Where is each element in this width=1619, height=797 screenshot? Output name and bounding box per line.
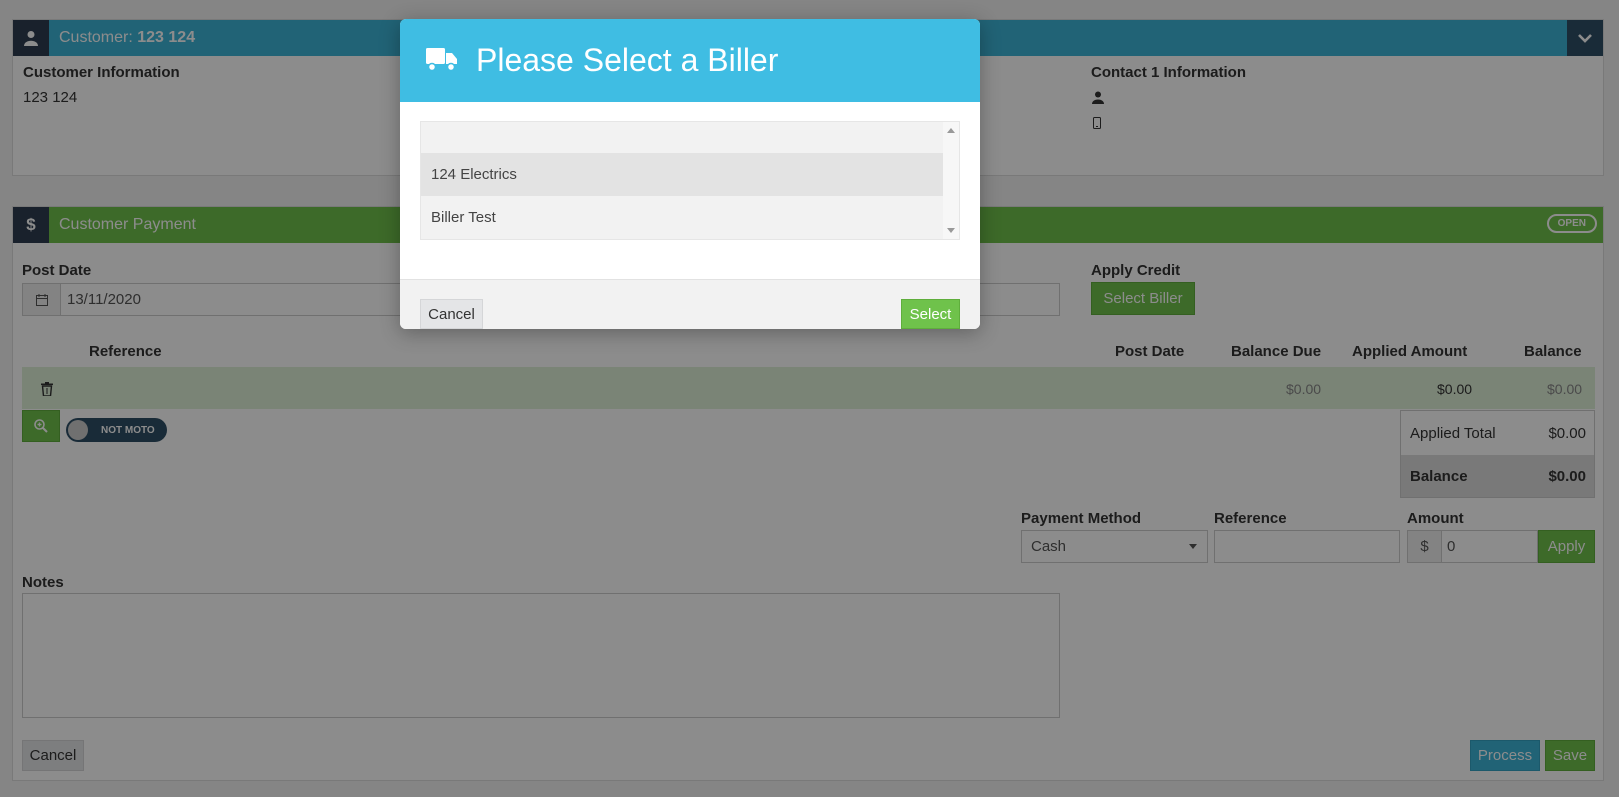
listbox-scrollbar[interactable] [943, 122, 959, 239]
modal-body: 124 Electrics Biller Test [400, 102, 980, 279]
modal-cancel-button[interactable]: Cancel [420, 299, 483, 329]
scroll-down-icon[interactable] [947, 228, 955, 233]
select-biller-modal: Please Select a Biller 124 Electrics Bil… [400, 19, 980, 329]
list-item[interactable]: 124 Electrics [421, 153, 945, 196]
modal-title: Please Select a Biller [476, 42, 779, 78]
modal-header: Please Select a Biller [400, 19, 980, 102]
modal-footer: Cancel Select [400, 279, 980, 329]
truck-icon [426, 46, 458, 76]
modal-select-button[interactable]: Select [901, 299, 960, 329]
scroll-up-icon[interactable] [947, 128, 955, 133]
list-item[interactable]: Biller Test [421, 196, 945, 239]
list-blank-option[interactable] [421, 122, 945, 153]
biller-listbox[interactable]: 124 Electrics Biller Test [420, 121, 960, 240]
